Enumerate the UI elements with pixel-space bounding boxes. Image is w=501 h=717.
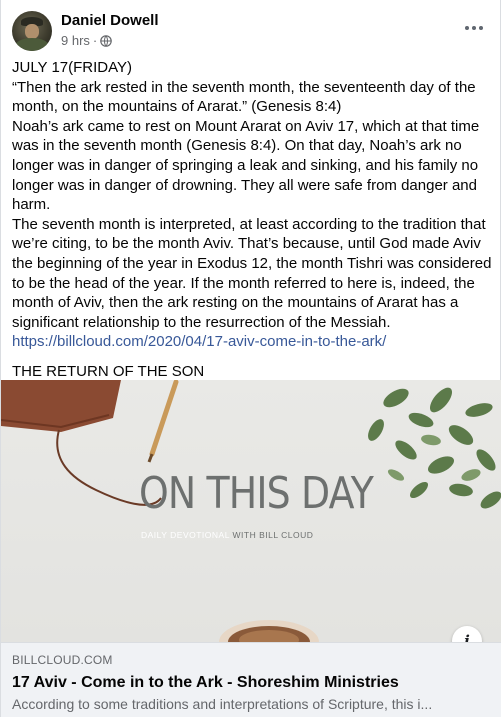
post-date-line: JULY 17(FRIDAY) xyxy=(12,59,133,76)
avatar[interactable] xyxy=(12,11,52,51)
dot xyxy=(472,26,476,30)
link-description: According to some traditions and interpr… xyxy=(12,696,433,712)
dot xyxy=(479,26,483,30)
post-link[interactable]: https://billcloud.com/2020/04/17-aviv-co… xyxy=(12,333,386,350)
preview-subtitle-a: DAILY DEVOTIONAL xyxy=(141,530,230,540)
globe-icon xyxy=(100,34,113,47)
link-title[interactable]: 17 Aviv - Come in to the Ark - Shoreshim… xyxy=(12,674,399,692)
preview-image-title: ON THIS DAY xyxy=(139,468,374,519)
post-header: Daniel Dowell 9 hrs · xyxy=(12,8,490,52)
post-card: Daniel Dowell 9 hrs · JULY 17(FRIDAY) “T… xyxy=(0,0,501,717)
dot xyxy=(465,26,469,30)
pencil-shape xyxy=(149,380,179,457)
plant-leaves xyxy=(368,387,501,509)
post-paragraph-1: Noah’s ark came to rest on Mount Ararat … xyxy=(12,117,480,214)
post-time[interactable]: 9 hrs xyxy=(61,33,90,48)
notebook-shape xyxy=(1,380,121,432)
post-closing: THE RETURN OF THE SON xyxy=(12,362,205,380)
post-meta: 9 hrs · xyxy=(61,33,113,48)
link-domain: BILLCLOUD.COM xyxy=(12,653,113,667)
more-options-button[interactable] xyxy=(460,14,488,42)
meta-separator: · xyxy=(92,33,98,48)
post-body: JULY 17(FRIDAY) “Then the ark rested in … xyxy=(12,58,492,382)
preview-image-subtitle: DAILY DEVOTIONAL WITH BILL CLOUD xyxy=(141,530,313,540)
post-paragraph-2: The seventh month is interpreted, at lea… xyxy=(12,215,492,331)
post-quote: “Then the ark rested in the seventh mont… xyxy=(12,78,476,116)
preview-subtitle-b: WITH BILL CLOUD xyxy=(232,530,314,540)
link-preview-footer[interactable]: BILLCLOUD.COM 17 Aviv - Come in to the A… xyxy=(1,642,501,717)
author-name[interactable]: Daniel Dowell xyxy=(61,12,159,29)
